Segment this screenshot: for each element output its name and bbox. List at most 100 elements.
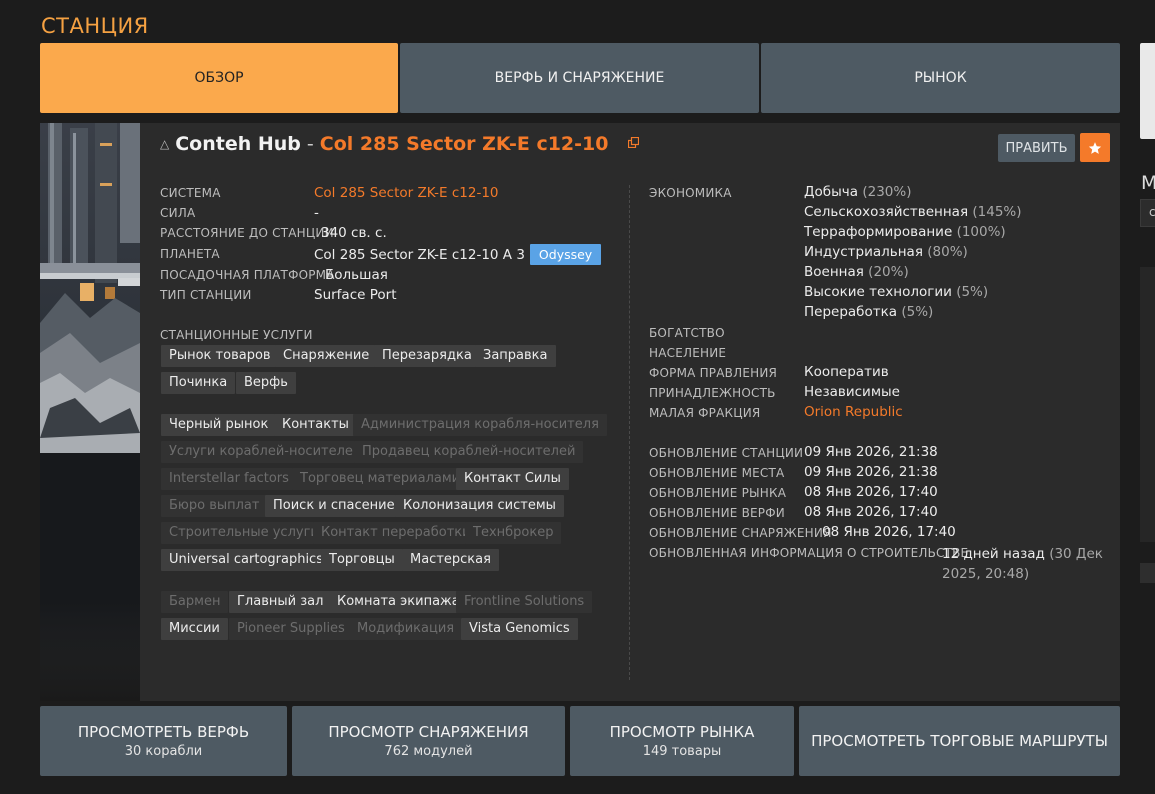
view-outfitting-title: ПРОСМОТР СНАРЯЖЕНИЯ [328,723,529,741]
government-value: Кооператив [804,364,889,380]
station-update-label: ОБНОВЛЕНИЕ СТАНЦИИ [649,446,804,460]
service-chip-inactive: Продавец кораблей-носителей [354,441,584,463]
station-icon: △ [160,137,170,151]
service-chip-inactive: Interstellar factors [161,468,297,490]
market-update-label: ОБНОВЛЕНИЕ РЫНКА [649,486,787,500]
wealth-label: БОГАТСТВО [649,326,725,340]
service-chip: Верфь [236,372,296,394]
planet-label: ПЛАНЕТА [160,247,220,261]
service-chip: Комната экипажа [329,591,468,613]
service-chip-inactive: Модификация [349,618,463,640]
external-link-icon[interactable] [628,136,640,148]
station-title: △ Conteh Hub - Col 285 Sector ZK-E c12-1… [160,133,640,155]
station-image [40,123,140,701]
place-update-label: ОБНОВЛЕНИЕ МЕСТА [649,466,785,480]
page-title: СТАНЦИЯ [41,14,149,38]
construction-update-value: 12 дней назад (30 Дек 2025, 20:48) [942,544,1103,584]
distance-value: 340 св. с. [321,225,387,241]
government-label: ФОРМА ПРАВЛЕНИЯ [649,366,778,380]
service-chip-inactive: Технброкер [465,522,562,544]
service-chip: Колонизация системы [395,495,564,517]
tab-overview[interactable]: ОБЗОР [40,43,398,113]
odyssey-badge: Odyssey [529,244,602,265]
view-trade-routes-button[interactable]: ПРОСМОТРЕТЬ ТОРГОВЫЕ МАРШРУТЫ [799,706,1120,776]
allegiance-label: ПРИНАДЛЕЖНОСТЬ [649,386,776,400]
system-label: СИСТЕМА [160,186,221,200]
station-type-value: Surface Port [314,287,397,303]
service-chip: Торговцы [321,549,403,571]
service-chip: Черный рынок [161,414,277,436]
economy-list: Добыча (230%) Сельскохозяйственная (145%… [804,184,1022,324]
service-chip-inactive: Бармен [161,591,229,613]
service-chip: Снаряжение [275,345,378,367]
station-overview-panel: △ Conteh Hub - Col 285 Sector ZK-E c12-1… [40,123,1120,701]
landing-pad-value: Большая [325,267,388,283]
service-chip: Мастерская [402,549,499,571]
service-chip: Миссии [161,618,228,640]
system-value-link[interactable]: Col 285 Sector ZK-E c12-10 [314,185,499,201]
station-update-value: 09 Янв 2026, 21:38 [804,444,938,460]
service-chip-inactive: Администрация корабля-носителя [353,414,607,436]
construction-update-label: ОБНОВЛЕННАЯ ИНФОРМАЦИЯ О СТРОИТЕЛЬСТВЕ [649,546,969,560]
construction-date-part1: (30 Дек [1049,546,1103,562]
economy-item: Сельскохозяйственная (145%) [804,204,1022,220]
side-panel-heading: М [1141,172,1155,194]
service-chip: Починка [161,372,236,394]
edit-button[interactable]: ПРАВИТЬ [998,134,1075,162]
distance-label: РАССТОЯНИЕ ДО СТАНЦИИ [160,226,334,240]
view-market-count: 149 товары [642,744,722,759]
view-shipyard-title: ПРОСМОТРЕТЬ ВЕРФЬ [77,723,250,741]
service-chip-inactive: Pioneer Supplies [229,618,353,640]
outfitting-update-label: ОБНОВЛЕНИЕ СНАРЯЖЕНИЯ [649,526,832,540]
shipyard-update-value: 08 Янв 2026, 17:40 [804,504,938,520]
view-market-button[interactable]: ПРОСМОТР РЫНКА 149 товары [570,706,794,776]
view-market-title: ПРОСМОТР РЫНКА [609,723,755,741]
economy-label: ЭКОНОМИКА [649,186,732,200]
service-chip: Vista Genomics [461,618,578,640]
construction-relative: 12 дней назад [942,546,1045,562]
service-chip-inactive: Торговец материалами [292,468,469,490]
economy-item: Индустриальная (80%) [804,244,968,260]
economy-item: Добыча (230%) [804,184,912,200]
service-chip-inactive: Frontline Solutions [456,591,593,613]
station-tabs: ОБЗОР ВЕРФЬ И СНАРЯЖЕНИЕ РЫНОК [40,43,1120,113]
minor-faction-label: МАЛАЯ ФРАКЦИЯ [649,406,761,420]
side-panel-edge [1140,43,1155,139]
system-link[interactable]: Col 285 Sector ZK-E c12-10 [320,133,609,155]
side-panel-footer [1140,563,1155,583]
favorite-button[interactable] [1080,133,1110,162]
station-type-label: ТИП СТАНЦИИ [160,288,252,302]
view-trade-routes-title: ПРОСМОТРЕТЬ ТОРГОВЫЕ МАРШРУТЫ [811,732,1108,750]
power-label: СИЛА [160,206,196,220]
minor-faction-link[interactable]: Orion Republic [804,404,903,420]
economy-item: Терраформирование (100%) [804,224,1006,240]
allegiance-value: Независимые [804,384,900,400]
service-chip: Universal cartographics [161,549,331,571]
construction-date-part2: 2025, 20:48) [942,566,1030,582]
side-panel-block [1140,267,1155,542]
planet-value: Col 285 Sector ZK-E c12-10 A 3 [314,246,525,263]
service-chip: Рынок товаров [161,345,279,367]
tab-shipyard-outfitting[interactable]: ВЕРФЬ И СНАРЯЖЕНИЕ [400,43,759,113]
population-label: НАСЕЛЕНИЕ [649,346,727,360]
side-panel-field[interactable]: с [1140,199,1155,227]
landing-pad-label: ПОСАДОЧНАЯ ПЛАТФОРМА [160,268,335,282]
service-chip: Главный зал [229,591,332,613]
view-outfitting-button[interactable]: ПРОСМОТР СНАРЯЖЕНИЯ 762 модулей [292,706,565,776]
tab-market[interactable]: РЫНОК [761,43,1120,113]
view-shipyard-count: 30 корабли [124,744,203,759]
service-chip-inactive: Контакт переработки [313,522,479,544]
market-update-value: 08 Янв 2026, 17:40 [804,484,938,500]
service-chip: Контакт Силы [456,468,569,490]
view-outfitting-count: 762 модулей [384,744,473,759]
service-chip: Перезарядка [374,345,480,367]
station-name: Conteh Hub [175,133,301,155]
place-update-value: 09 Янв 2026, 21:38 [804,464,938,480]
view-shipyard-button[interactable]: ПРОСМОТРЕТЬ ВЕРФЬ 30 корабли [40,706,287,776]
service-chip: Поиск и спасение [265,495,403,517]
star-icon [1088,141,1102,154]
power-value: - [314,205,319,221]
service-chip-inactive: Услуги кораблей-носителей [161,441,370,463]
service-chip: Контакты [274,414,357,436]
station-services-label: СТАНЦИОННЫЕ УСЛУГИ [160,328,313,342]
